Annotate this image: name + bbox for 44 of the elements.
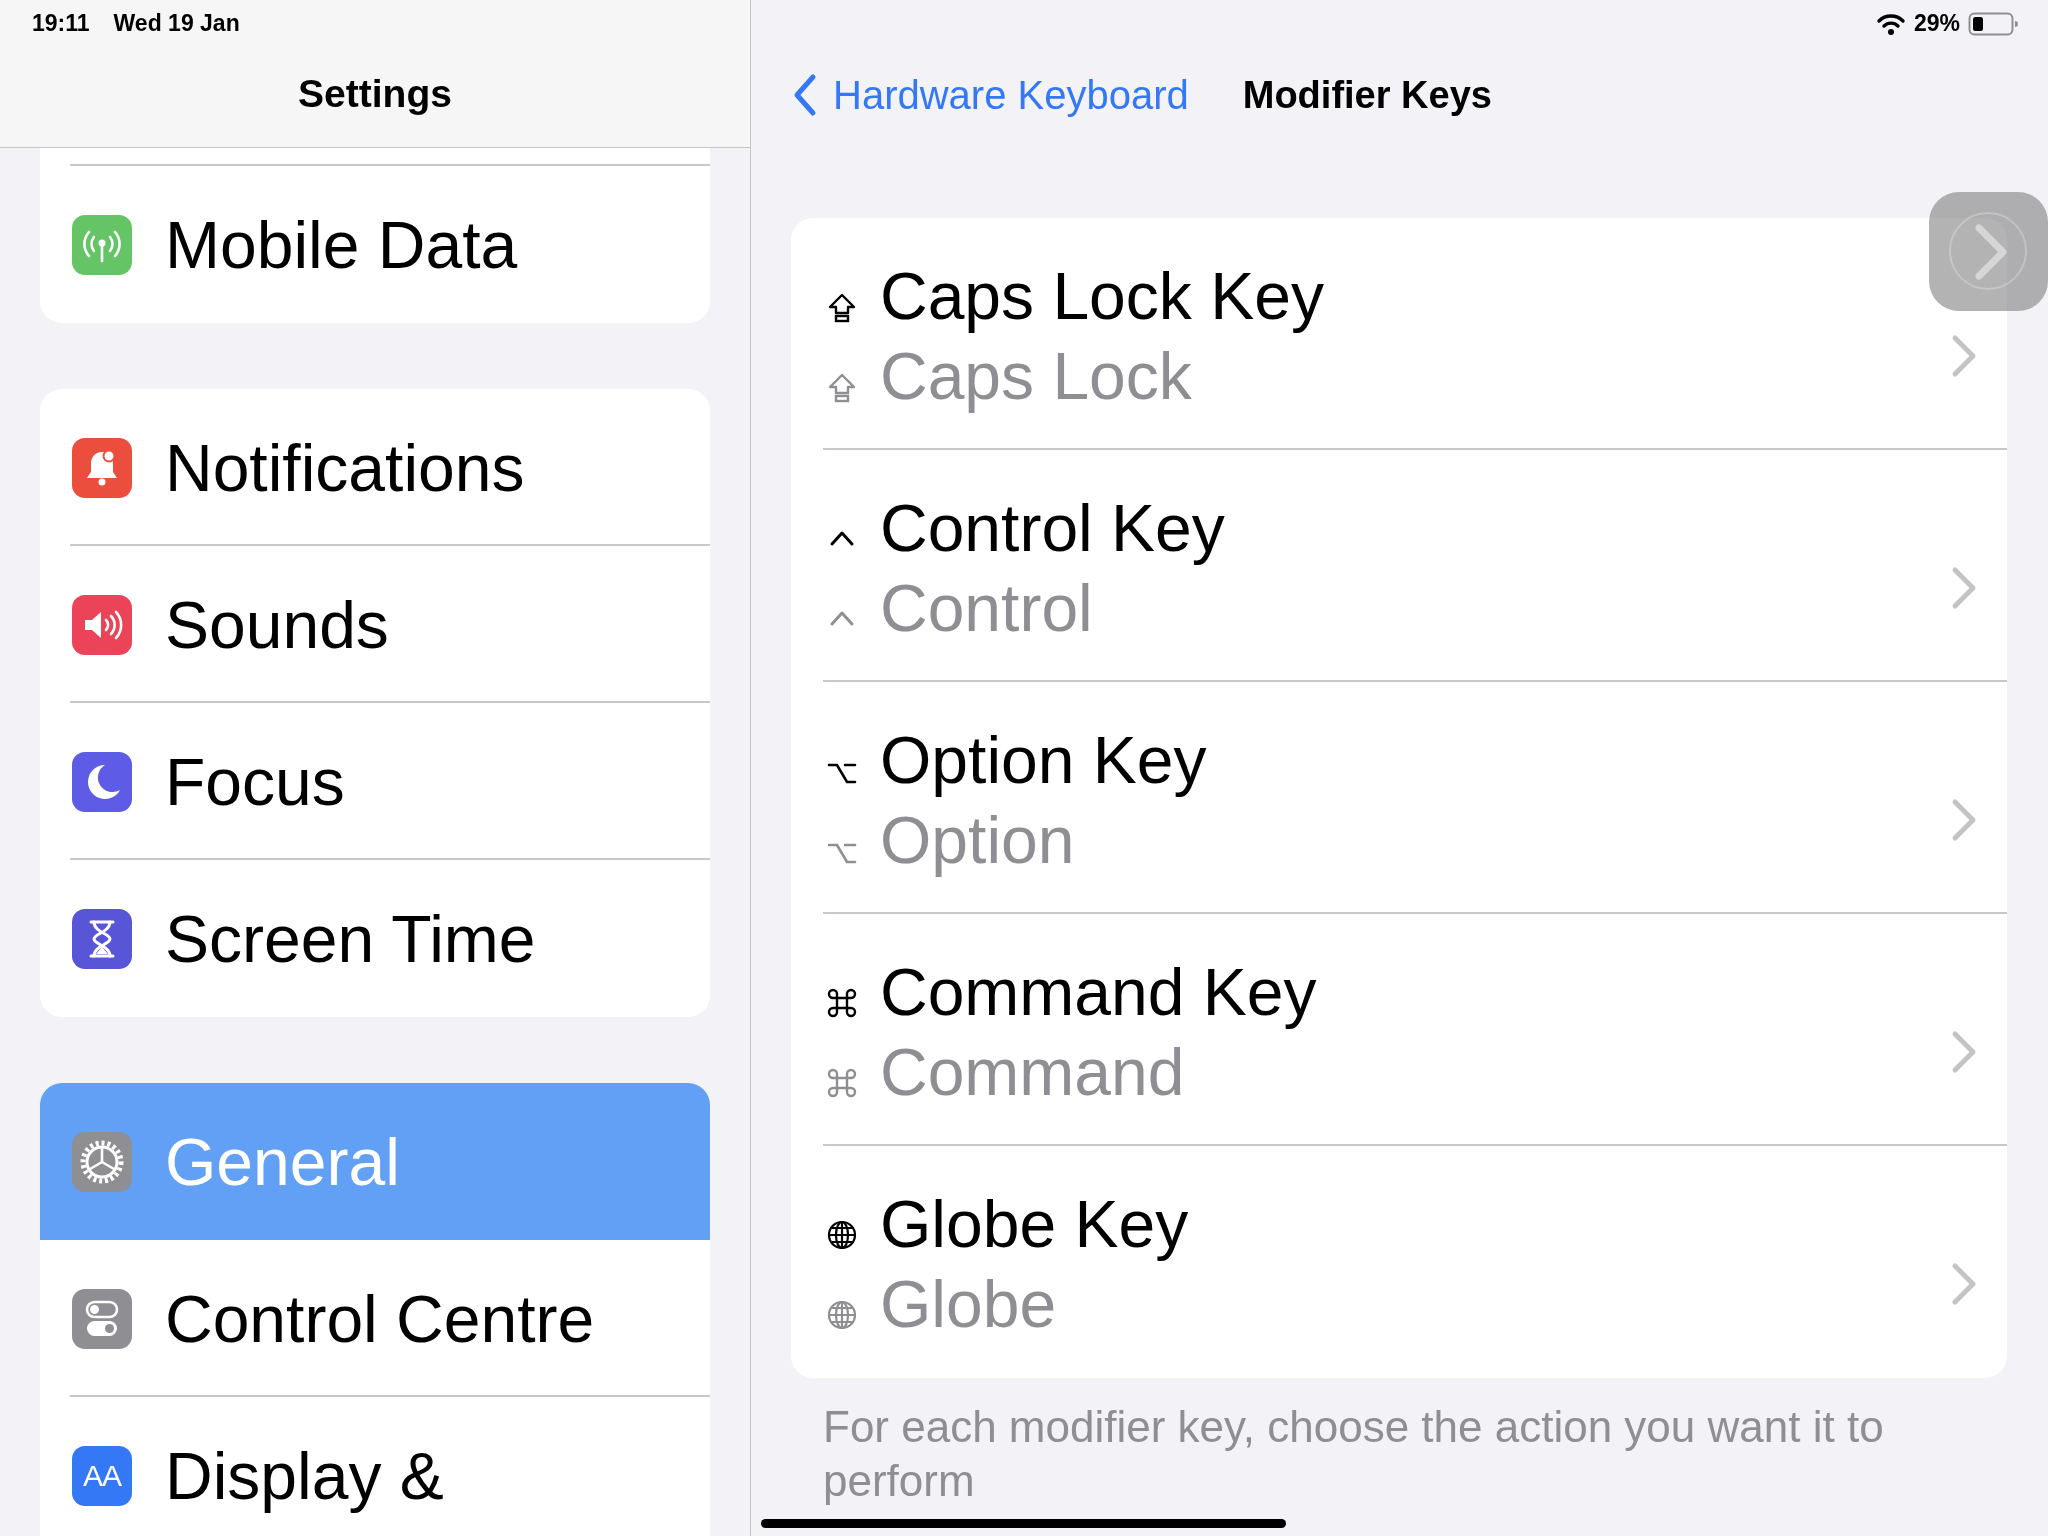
floating-button[interactable]	[1929, 192, 2048, 311]
modifier-key-row[interactable]: Globe Key Globe	[791, 1146, 2007, 1378]
modifier-key-row[interactable]: Caps Lock Key Caps Lock	[791, 218, 2007, 450]
key-name: Globe Key	[880, 1186, 1189, 1262]
sidebar-label: Screen Time	[165, 903, 536, 974]
modifier-key-row[interactable]: Option Key Option	[791, 682, 2007, 914]
globe-icon	[825, 1298, 859, 1332]
sidebar-title: Settings	[297, 72, 453, 116]
key-action: Caps Lock	[880, 338, 1192, 414]
command-key-icon	[825, 1066, 859, 1100]
modifier-key-row[interactable]: Control Key Control	[791, 450, 2007, 682]
status-time: 19:11	[32, 10, 90, 37]
sidebar-label: Notifications	[165, 432, 525, 503]
key-action: Control	[880, 570, 1093, 646]
key-name: Command Key	[880, 954, 1317, 1030]
command-key-icon	[825, 986, 859, 1020]
footer-note: For each modifier key, choose the action you want it to perform	[823, 1401, 1885, 1507]
sidebar-label: Control Centre	[165, 1283, 595, 1354]
modifier-key-row[interactable]: Command Key Command	[791, 914, 2007, 1146]
page-title: Modifier Keys	[1242, 73, 1492, 117]
chevron-icon	[1951, 334, 1977, 378]
battery-percent: 29%	[1913, 10, 1960, 37]
battery-icon	[1968, 11, 2018, 36]
key-action: Command	[880, 1034, 1185, 1110]
key-name: Option Key	[880, 722, 1207, 798]
letters-icon: AA	[72, 1445, 132, 1506]
sidebar-label: General	[165, 1126, 400, 1197]
wifi-icon	[1875, 11, 1906, 36]
chevron-icon	[1951, 1030, 1977, 1074]
chevron-icon	[1951, 566, 1977, 610]
key-name: Control Key	[880, 490, 1225, 566]
sidebar-label: Sounds	[165, 589, 389, 660]
sidebar-label: Display &	[165, 1440, 444, 1511]
back-chevron-icon	[793, 73, 817, 117]
chevron-icon	[1951, 798, 1977, 842]
sidebar-label: Focus	[165, 746, 345, 817]
globe-icon	[825, 1218, 859, 1252]
key-action: Globe	[880, 1266, 1057, 1342]
key-name: Caps Lock Key	[880, 258, 1324, 334]
key-action: Option	[880, 802, 1075, 878]
back-button[interactable]: Hardware Keyboard	[793, 72, 1189, 118]
chevron-icon	[1951, 1262, 1977, 1306]
sidebar-label: Mobile Data	[165, 209, 518, 280]
status-date: Wed 19 Jan	[113, 10, 240, 37]
